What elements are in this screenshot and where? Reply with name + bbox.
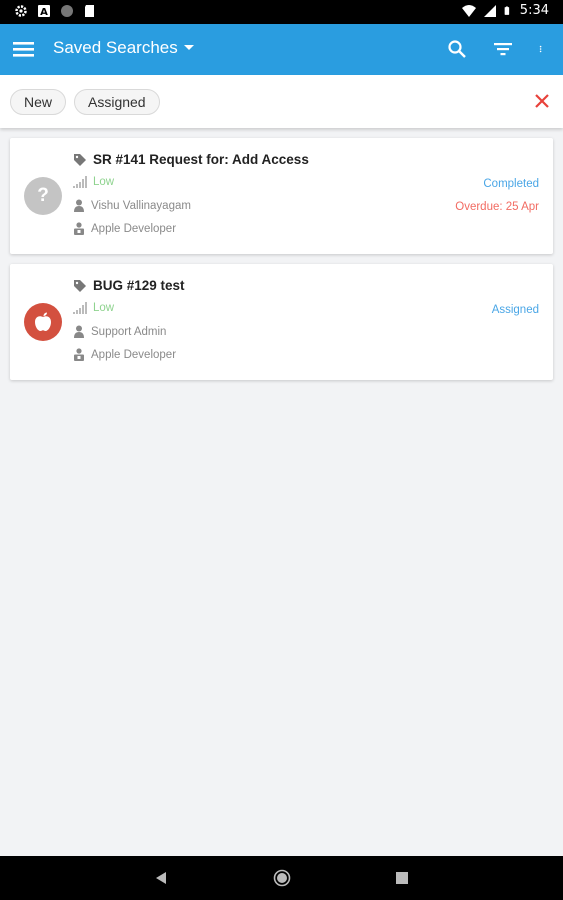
- home-icon[interactable]: [273, 869, 291, 887]
- caret-down-icon: [183, 45, 194, 50]
- sd-card-icon: [85, 5, 94, 17]
- priority-label: Low: [93, 302, 115, 314]
- system-nav-bar: [0, 856, 563, 900]
- ticket-card[interactable]: BUG #129 test Low Support Admin Apple De…: [10, 264, 553, 380]
- signal-bars-icon: [73, 302, 87, 314]
- user-icon: [74, 325, 84, 338]
- team-name: Apple Developer: [91, 348, 177, 361]
- signal-icon: [483, 4, 496, 17]
- team-row: Apple Developer: [73, 348, 176, 361]
- app-bar: Saved Searches: [0, 24, 563, 75]
- ticket-card[interactable]: ? SR #141 Request for: Add Access Low Vi…: [10, 138, 553, 254]
- assignee-name: Vishu Vallinayagam: [91, 199, 191, 212]
- recents-icon[interactable]: [396, 872, 408, 884]
- ticket-title: SR #141 Request for: Add Access: [93, 152, 309, 167]
- chip-new[interactable]: New: [10, 89, 67, 115]
- due-date-label: Overdue: 25 Apr: [455, 201, 539, 213]
- svg-text:A: A: [40, 7, 48, 18]
- assignee-row: Vishu Vallinayagam: [73, 199, 191, 212]
- tag-icon: [74, 279, 86, 292]
- team-icon: [74, 222, 84, 235]
- ticket-title-row: SR #141 Request for: Add Access: [73, 152, 309, 167]
- saved-searches-dropdown[interactable]: Saved Searches: [53, 38, 194, 58]
- more-vert-icon[interactable]: [539, 38, 547, 60]
- a-icon: A: [38, 5, 50, 18]
- assignee-name: Support Admin: [91, 325, 167, 338]
- back-icon[interactable]: [155, 871, 167, 885]
- priority-row: Low: [73, 302, 114, 314]
- gear-icon: [15, 5, 27, 17]
- question-icon: ?: [24, 177, 62, 215]
- tag-icon: [74, 153, 86, 166]
- battery-icon: [504, 6, 509, 15]
- status-label: Completed: [483, 178, 539, 190]
- status-label: Assigned: [491, 304, 539, 316]
- menu-icon[interactable]: [13, 39, 35, 59]
- apple-icon: [24, 303, 62, 341]
- priority-row: Low: [73, 176, 114, 188]
- signal-bars-icon: [73, 176, 87, 188]
- team-icon: [74, 348, 84, 361]
- user-icon: [74, 199, 84, 212]
- chip-assigned[interactable]: Assigned: [74, 89, 160, 115]
- filter-icon[interactable]: [493, 38, 513, 60]
- wifi-icon: [461, 4, 476, 17]
- circle-icon: [61, 5, 73, 17]
- assignee-row: Support Admin: [73, 325, 166, 338]
- search-icon[interactable]: [447, 38, 467, 60]
- ticket-title: BUG #129 test: [93, 278, 185, 293]
- clock: 5:34: [519, 3, 549, 18]
- page-title: Saved Searches: [53, 38, 178, 57]
- close-icon[interactable]: [533, 92, 551, 110]
- filter-chip-bar: New Assigned: [0, 75, 563, 128]
- priority-label: Low: [93, 176, 115, 188]
- status-bar: A 5:34: [0, 0, 563, 24]
- team-name: Apple Developer: [91, 222, 177, 235]
- team-row: Apple Developer: [73, 222, 176, 235]
- ticket-title-row: BUG #129 test: [73, 278, 185, 293]
